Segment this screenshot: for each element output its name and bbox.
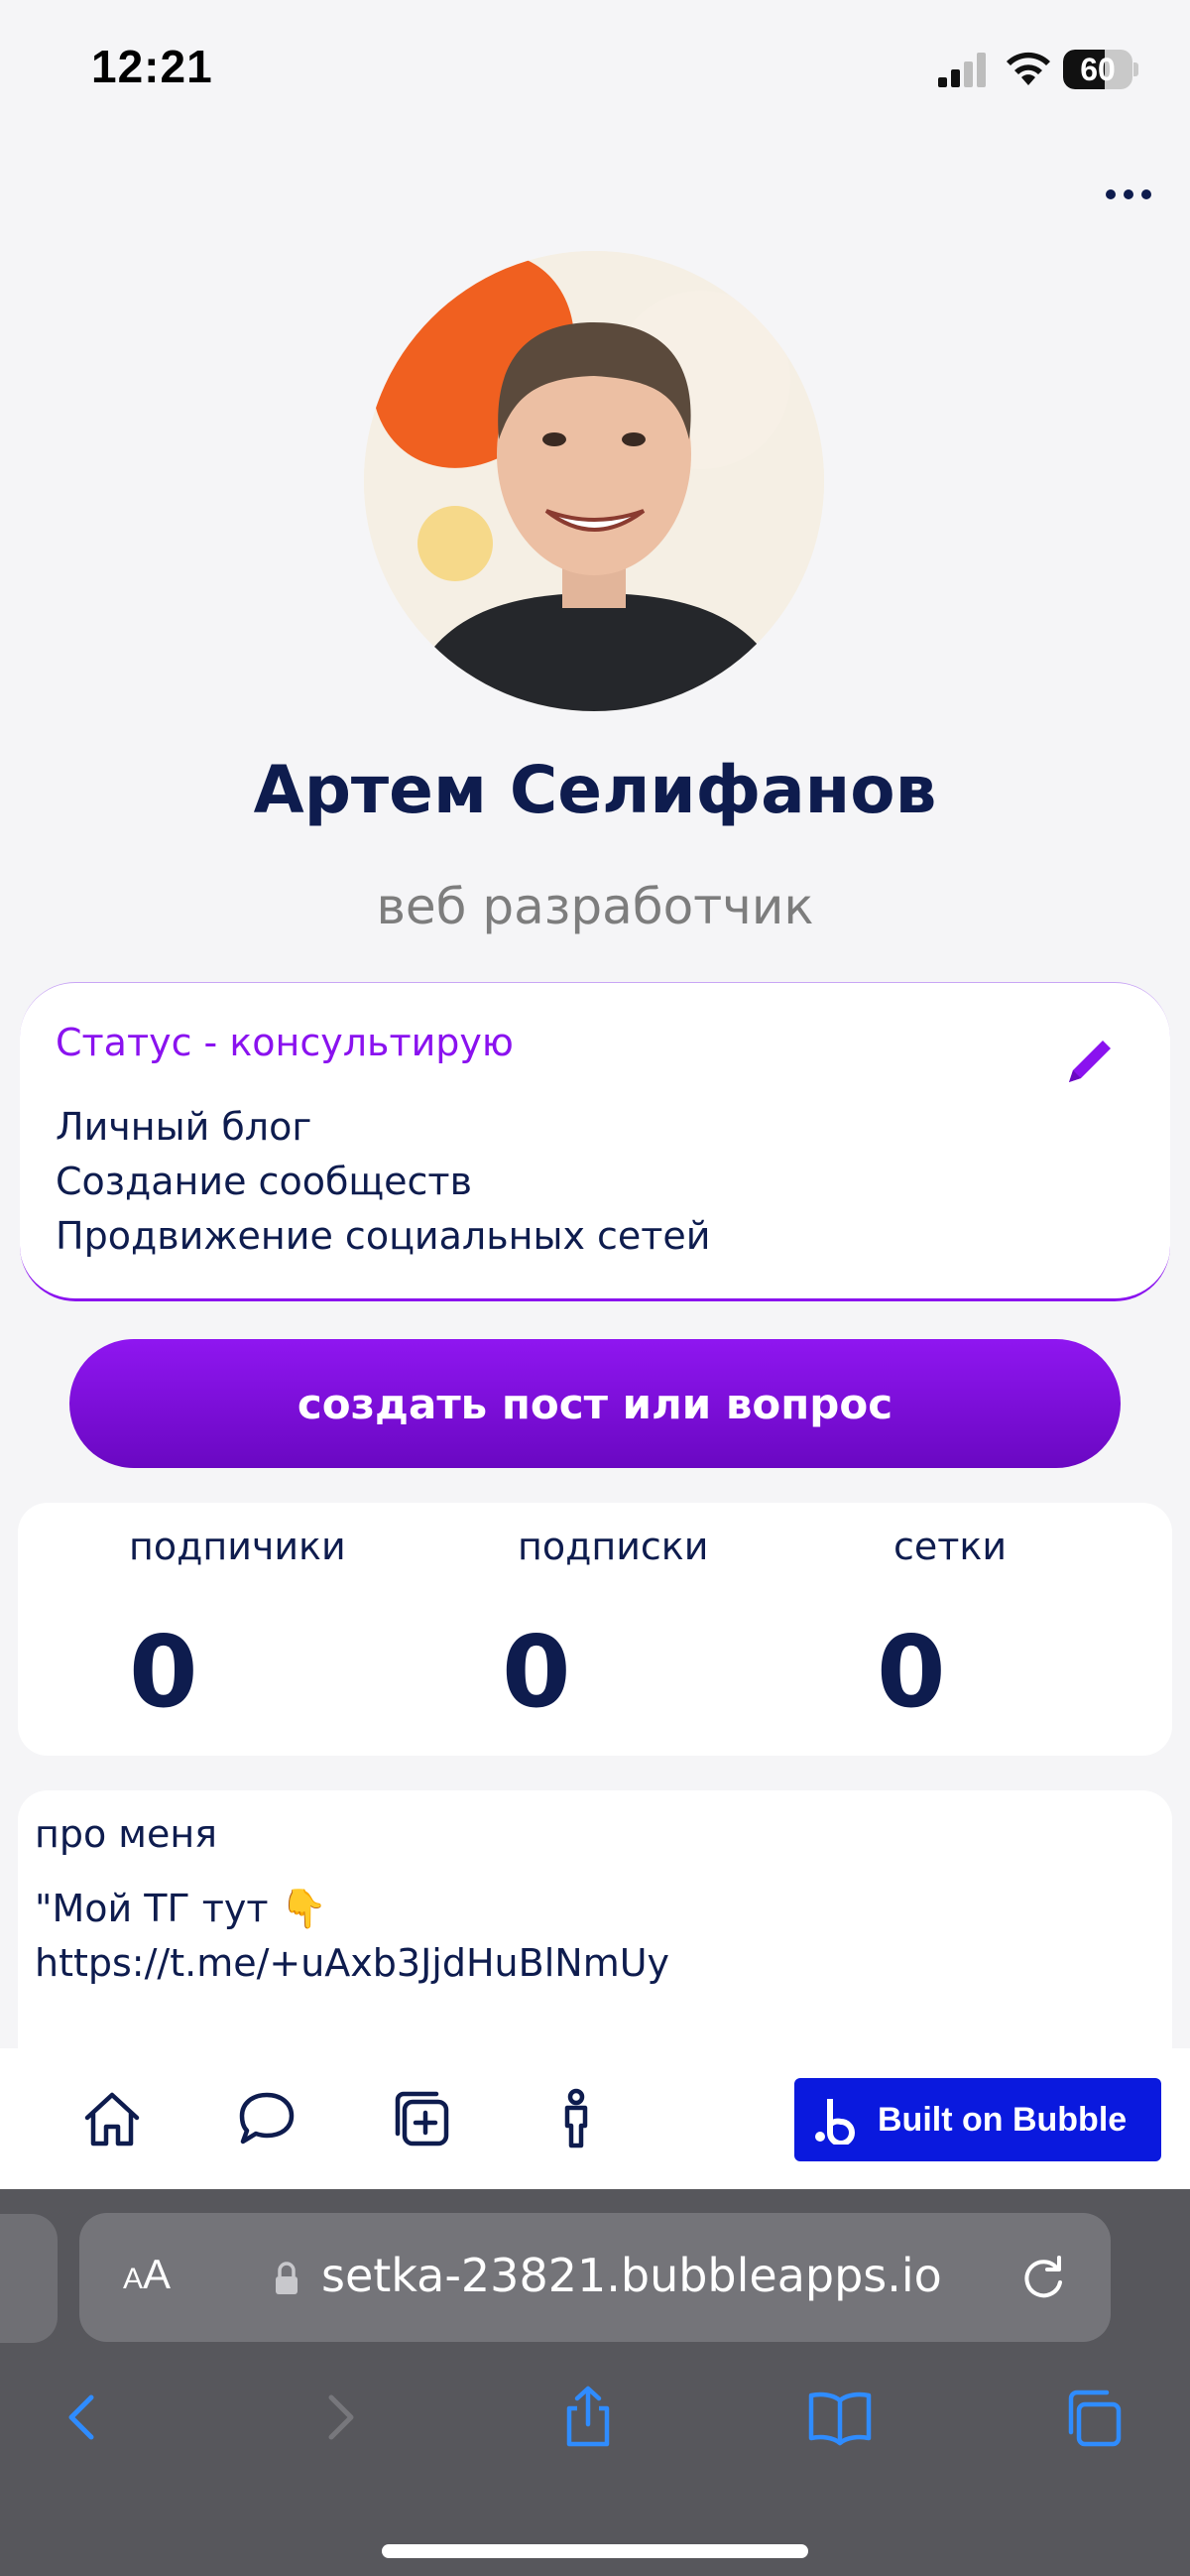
stat-label-networks[interactable]: сетки — [893, 1525, 1007, 1568]
edit-pencil-icon[interactable] — [1059, 1031, 1119, 1090]
home-icon[interactable] — [79, 2086, 145, 2151]
add-post-icon[interactable] — [389, 2086, 454, 2151]
status-title: Статус - консультирую — [56, 1021, 514, 1064]
profile-avatar — [364, 251, 824, 711]
chat-icon[interactable] — [234, 2086, 299, 2151]
dot-icon — [1141, 189, 1151, 199]
battery-icon: 60 — [1063, 50, 1138, 89]
stat-label-following[interactable]: подписки — [518, 1525, 708, 1568]
stats-card: подпичики подписки сетки 0 0 0 — [18, 1503, 1172, 1756]
lock-icon — [276, 2262, 298, 2294]
status-bar: 12:21 60 — [0, 0, 1190, 139]
reader-settings-button[interactable]: AA — [123, 2251, 171, 2298]
stat-label-followers[interactable]: подпичики — [129, 1525, 346, 1568]
badge-label: Built on Bubble — [878, 2100, 1128, 2139]
profile-name: Артем Селифанов — [253, 752, 937, 828]
bubble-logo-icon — [815, 2099, 855, 2145]
bookmarks-icon[interactable] — [805, 2383, 875, 2452]
dot-icon — [1106, 189, 1116, 199]
stat-value-networks: 0 — [877, 1614, 946, 1730]
home-indicator — [382, 2544, 808, 2558]
status-line: Личный блог — [56, 1105, 312, 1149]
pointing-down-emoji-icon: 👇 — [280, 1887, 327, 1930]
previous-tab-preview[interactable] — [0, 2214, 58, 2343]
built-on-bubble-badge[interactable]: Built on Bubble — [794, 2078, 1161, 2161]
address-bar[interactable]: AA setka-23821.bubbleapps.io — [79, 2213, 1111, 2342]
bottom-nav: Built on Bubble — [0, 2048, 1190, 2189]
battery-percentage: 60 — [1080, 52, 1116, 87]
about-card: про меня "Мой ТГ тут 👇 https://t.me/+uAx… — [18, 1790, 1172, 2048]
cellular-signal-icon — [938, 53, 986, 87]
forward-icon[interactable] — [305, 2383, 375, 2452]
dot-icon — [1124, 189, 1133, 199]
more-options-button[interactable] — [1099, 177, 1158, 212]
about-text: "Мой ТГ тут 👇 https://t.me/+uAxb3JjdHuBl… — [35, 1882, 669, 1991]
tabs-icon[interactable] — [1057, 2383, 1127, 2452]
stat-value-following: 0 — [502, 1614, 571, 1730]
status-card: Статус - консультирую Личный блог Создан… — [20, 982, 1170, 1301]
status-description: Личный блог Создание сообществ Продвижен… — [56, 1100, 711, 1264]
about-line: "Мой ТГ тут — [35, 1887, 269, 1930]
stat-value-followers: 0 — [129, 1614, 198, 1730]
share-icon[interactable] — [553, 2383, 623, 2452]
person-icon[interactable] — [543, 2086, 609, 2151]
telegram-link[interactable]: https://t.me/+uAxb3JjdHuBlNmUy — [35, 1936, 669, 1991]
create-post-button[interactable]: создать пост или вопрос — [69, 1339, 1121, 1468]
reload-icon[interactable] — [1017, 2253, 1069, 2304]
browser-toolbar: AA setka-23821.bubbleapps.io — [0, 2189, 1190, 2576]
status-line: Продвижение социальных сетей — [56, 1214, 711, 1258]
clock: 12:21 — [91, 41, 213, 92]
url-text: setka-23821.bubbleapps.io — [321, 2249, 942, 2302]
back-icon[interactable] — [48, 2383, 117, 2452]
about-title: про меня — [35, 1812, 218, 1856]
profile-profession: веб разработчик — [376, 878, 814, 935]
status-line: Создание сообществ — [56, 1160, 472, 1203]
wifi-icon — [1007, 52, 1050, 85]
